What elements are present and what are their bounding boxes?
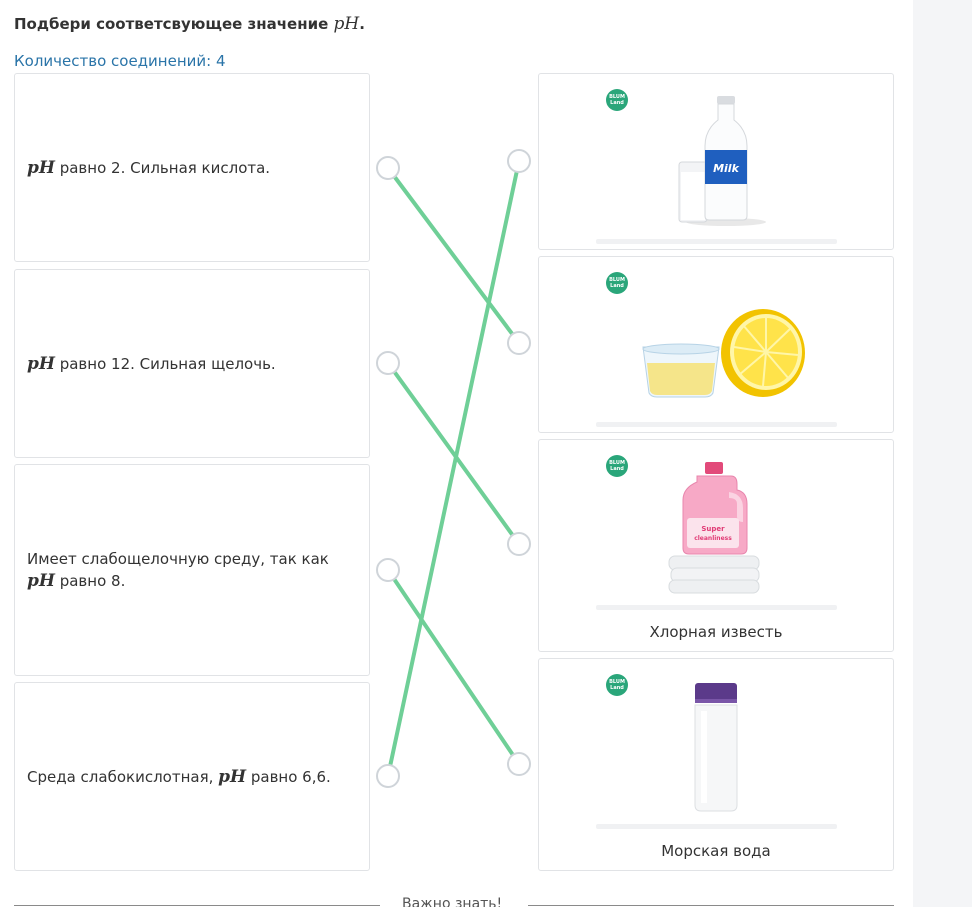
brand-badge: BLUM Land (606, 89, 628, 111)
left-card-3[interactable]: Имеет слабощелочную среду, так как pH ра… (14, 464, 370, 676)
card-caption: Хлорная известь (649, 623, 783, 641)
footer-divider-left (14, 905, 380, 906)
task-title: Подбери соответсвующее значение pH. (14, 14, 365, 34)
footer-important-label: Важно знать! (402, 896, 503, 907)
right-card-3[interactable]: BLUM Land Super cleanliness Хлорная изве… (538, 439, 894, 652)
card-divider (596, 239, 837, 244)
left-card-text: Среда слабокислотная, pH равно 6,6. (27, 766, 331, 787)
left-card-4[interactable]: Среда слабокислотная, pH равно 6,6. (14, 682, 370, 871)
left-card-text: pH равно 2. Сильная кислота. (27, 157, 271, 178)
left-connector-1[interactable] (376, 156, 400, 180)
svg-text:Milk: Milk (713, 162, 739, 175)
left-connector-4[interactable] (376, 764, 400, 788)
svg-text:cleanliness: cleanliness (694, 535, 732, 542)
card-divider (596, 422, 837, 427)
left-card-1[interactable]: pH равно 2. Сильная кислота. (14, 73, 370, 262)
right-connector-2[interactable] (507, 331, 531, 355)
brand-badge: BLUM Land (606, 272, 628, 294)
connection-line[interactable] (386, 166, 521, 345)
milk-bottle-image: Milk (678, 96, 766, 226)
water-bottle-image (694, 683, 738, 812)
brand-badge: BLUM Land (606, 674, 628, 696)
bleach-bottle-image: Super cleanliness (668, 462, 760, 594)
left-connector-3[interactable] (376, 558, 400, 582)
card-divider (596, 605, 837, 610)
connection-line[interactable] (386, 159, 521, 778)
left-card-text: Имеет слабощелочную среду, так как pH ра… (27, 550, 329, 591)
left-card-text: pH равно 12. Сильная щелочь. (27, 353, 276, 374)
right-card-2[interactable]: BLUM Land (538, 256, 894, 433)
right-connector-4[interactable] (507, 752, 531, 776)
left-card-2[interactable]: pH равно 12. Сильная щелочь. (14, 269, 370, 458)
card-caption: Морская вода (661, 842, 771, 860)
page-gutter (913, 0, 972, 907)
right-connector-1[interactable] (507, 149, 531, 173)
right-connector-3[interactable] (507, 532, 531, 556)
connection-line[interactable] (386, 361, 521, 546)
footer-divider-right (528, 905, 894, 906)
lemon-image (642, 309, 805, 398)
right-card-1[interactable]: BLUM Land Milk (538, 73, 894, 250)
brand-badge: BLUM Land (606, 455, 628, 477)
svg-text:Super: Super (701, 525, 725, 533)
card-divider (596, 824, 837, 829)
right-card-4[interactable]: BLUM Land Морская вода (538, 658, 894, 871)
connections-count: Количество соединений: 4 (14, 52, 226, 70)
left-connector-2[interactable] (376, 351, 400, 375)
connection-line[interactable] (386, 568, 521, 766)
